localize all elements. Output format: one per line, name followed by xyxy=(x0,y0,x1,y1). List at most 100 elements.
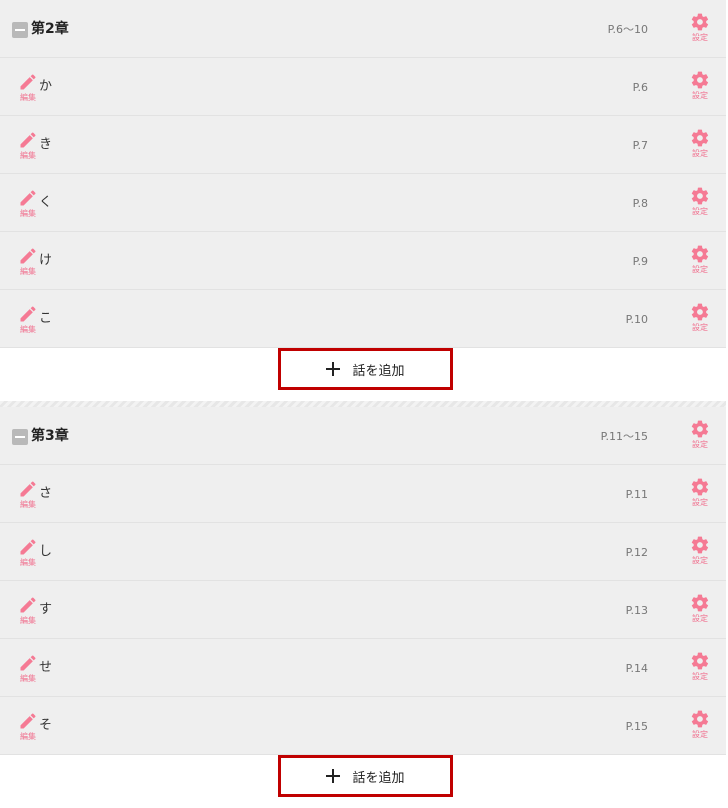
episode-row: 編集さ P.11 設定 xyxy=(0,465,726,523)
episode-page: P.11 xyxy=(625,488,648,501)
settings-button[interactable]: 設定 xyxy=(686,477,714,513)
episode-title[interactable]: け xyxy=(39,252,52,270)
episode-title[interactable]: き xyxy=(39,136,52,154)
episode-title[interactable]: こ xyxy=(39,310,52,328)
episode-title[interactable]: せ xyxy=(39,659,52,677)
plus-icon xyxy=(326,769,341,783)
add-episode-button[interactable]: 話を追加 xyxy=(278,755,453,797)
episode-row: 編集せ P.14 設定 xyxy=(0,639,726,697)
chapter-header: 第3章 P.11～15 設定 xyxy=(0,407,726,465)
episode-page: P.8 xyxy=(632,197,648,210)
add-episode-area: 話を追加 xyxy=(0,348,726,401)
add-episode-area: 話を追加 xyxy=(0,755,726,808)
edit-button[interactable]: 編集 xyxy=(16,537,40,569)
settings-caption: 設定 xyxy=(692,207,708,216)
settings-button[interactable]: 設定 xyxy=(686,302,714,338)
episode-page: P.6 xyxy=(632,81,648,94)
gear-icon xyxy=(690,128,710,148)
settings-caption: 設定 xyxy=(692,614,708,623)
settings-caption: 設定 xyxy=(692,672,708,681)
edit-button[interactable]: 編集 xyxy=(16,304,40,336)
chapter-title: 第2章 xyxy=(31,21,69,37)
episode-row: 編集す P.13 設定 xyxy=(0,581,726,639)
episode-page: P.9 xyxy=(632,255,648,268)
settings-button[interactable]: 設定 xyxy=(686,535,714,571)
episode-row: 編集そ P.15 設定 xyxy=(0,697,726,755)
edit-button[interactable]: 編集 xyxy=(16,479,40,511)
settings-caption: 設定 xyxy=(692,556,708,565)
edit-button[interactable]: 編集 xyxy=(16,246,40,278)
edit-caption: 編集 xyxy=(20,558,36,567)
chapter-page-range: P.6～10 xyxy=(607,23,648,36)
pencil-icon xyxy=(18,711,38,731)
settings-caption: 設定 xyxy=(692,91,708,100)
add-episode-label: 話を追加 xyxy=(352,363,405,379)
settings-caption: 設定 xyxy=(692,730,708,739)
settings-caption: 設定 xyxy=(692,33,708,42)
episode-row: 編集く P.8 設定 xyxy=(0,174,726,232)
episode-row: 編集こ P.10 設定 xyxy=(0,290,726,348)
edit-caption: 編集 xyxy=(20,209,36,218)
gear-icon xyxy=(690,302,710,322)
episode-title[interactable]: そ xyxy=(39,717,52,735)
edit-caption: 編集 xyxy=(20,151,36,160)
settings-button[interactable]: 設定 xyxy=(686,709,714,745)
settings-button[interactable]: 設定 xyxy=(686,593,714,629)
collapse-icon[interactable] xyxy=(12,22,28,38)
settings-button[interactable]: 設定 xyxy=(686,651,714,687)
pencil-icon xyxy=(18,653,38,673)
edit-button[interactable]: 編集 xyxy=(16,711,40,743)
settings-button[interactable]: 設定 xyxy=(686,419,714,455)
episode-row: 編集し P.12 設定 xyxy=(0,523,726,581)
edit-caption: 編集 xyxy=(20,500,36,509)
pencil-icon xyxy=(18,304,38,324)
chapter-page-range: P.11～15 xyxy=(600,430,648,443)
chapter-section: 第3章 P.11～15 設定 編集さ P.11 設定 編集し P.12 設定 編集す P.13 設定編… xyxy=(0,407,728,808)
pencil-icon xyxy=(18,479,38,499)
settings-button[interactable]: 設定 xyxy=(686,186,714,222)
plus-icon xyxy=(326,362,341,376)
episode-page: P.13 xyxy=(625,604,648,617)
settings-button[interactable]: 設定 xyxy=(686,70,714,106)
edit-button[interactable]: 編集 xyxy=(16,188,40,220)
pencil-icon xyxy=(18,537,38,557)
episode-row: 編集き P.7 設定 xyxy=(0,116,726,174)
settings-caption: 設定 xyxy=(692,149,708,158)
add-episode-button[interactable]: 話を追加 xyxy=(278,348,453,390)
edit-caption: 編集 xyxy=(20,674,36,683)
gear-icon xyxy=(690,419,710,439)
edit-button[interactable]: 編集 xyxy=(16,130,40,162)
edit-button[interactable]: 編集 xyxy=(16,72,40,104)
settings-button[interactable]: 設定 xyxy=(686,128,714,164)
collapse-icon[interactable] xyxy=(12,429,28,445)
settings-button[interactable]: 設定 xyxy=(686,12,714,48)
pencil-icon xyxy=(18,130,38,150)
gear-icon xyxy=(690,477,710,497)
edit-caption: 編集 xyxy=(20,325,36,334)
chapter-list: 第2章 P.6～10 設定 編集か P.6 設定 編集き P.7 設定 編集く P.8 設定 編集け P.… xyxy=(0,0,728,808)
add-episode-label: 話を追加 xyxy=(352,770,405,786)
gear-icon xyxy=(690,535,710,555)
episode-page: P.7 xyxy=(632,139,648,152)
edit-button[interactable]: 編集 xyxy=(16,653,40,685)
chapter-title: 第3章 xyxy=(31,428,69,444)
episode-title[interactable]: か xyxy=(39,78,52,96)
episode-title[interactable]: し xyxy=(39,543,52,561)
episode-title[interactable]: す xyxy=(39,601,52,619)
episode-page: P.14 xyxy=(625,662,648,675)
settings-button[interactable]: 設定 xyxy=(686,244,714,280)
settings-caption: 設定 xyxy=(692,498,708,507)
episode-page: P.12 xyxy=(625,546,648,559)
edit-caption: 編集 xyxy=(20,267,36,276)
pencil-icon xyxy=(18,188,38,208)
episode-title[interactable]: さ xyxy=(39,485,52,503)
edit-button[interactable]: 編集 xyxy=(16,595,40,627)
pencil-icon xyxy=(18,595,38,615)
settings-caption: 設定 xyxy=(692,265,708,274)
gear-icon xyxy=(690,709,710,729)
gear-icon xyxy=(690,651,710,671)
episode-page: P.15 xyxy=(625,720,648,733)
episode-row: 編集か P.6 設定 xyxy=(0,58,726,116)
pencil-icon xyxy=(18,246,38,266)
episode-title[interactable]: く xyxy=(39,194,52,212)
